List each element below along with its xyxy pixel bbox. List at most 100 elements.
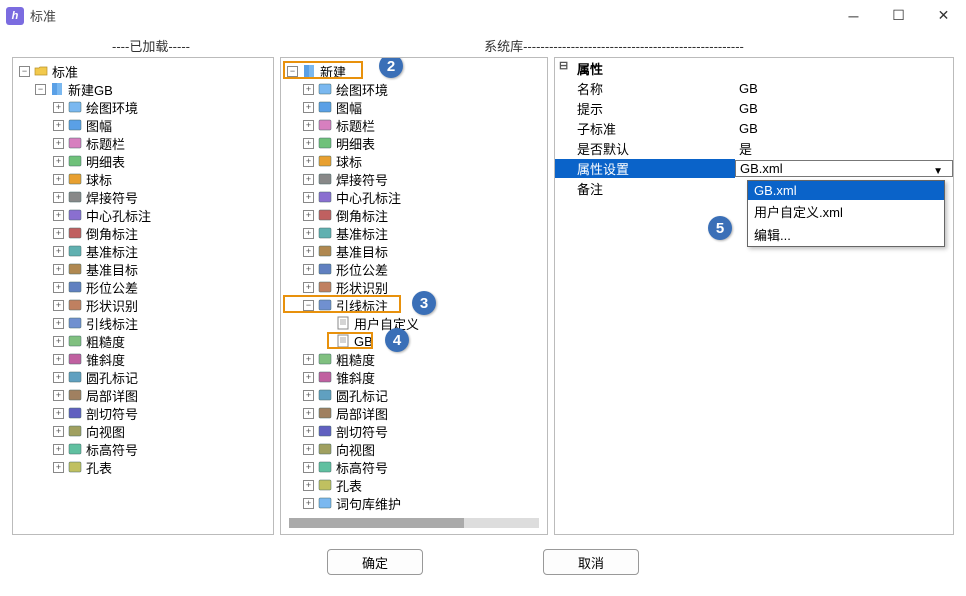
syslib-item[interactable]: +基准标注 (283, 224, 545, 242)
expand-icon[interactable]: + (303, 120, 314, 131)
expand-icon[interactable]: + (303, 498, 314, 509)
cancel-button[interactable]: 取消 (543, 549, 639, 575)
expand-icon[interactable]: + (53, 372, 64, 383)
prop-row[interactable]: 名称GB (555, 78, 953, 98)
syslib-item[interactable]: +焊接符号 (283, 170, 545, 188)
expand-icon[interactable]: + (53, 444, 64, 455)
loaded-tree[interactable]: −标准−新建GB+绘图环境+图幅+标题栏+明细表+球标+焊接符号+中心孔标注+倒… (13, 58, 273, 534)
tree-item[interactable]: +引线标注 (15, 314, 271, 332)
expand-icon[interactable]: + (303, 102, 314, 113)
maximize-button[interactable]: ☐ (876, 0, 921, 32)
expand-icon[interactable]: + (303, 192, 314, 203)
expand-icon[interactable]: + (53, 174, 64, 185)
prop-row[interactable]: 子标准GB (555, 118, 953, 138)
close-button[interactable]: ✕ (921, 0, 966, 32)
tree-item[interactable]: +倒角标注 (15, 224, 271, 242)
syslib-item[interactable]: +锥斜度 (283, 368, 545, 386)
expand-icon[interactable]: + (53, 462, 64, 473)
tree-item[interactable]: +标题栏 (15, 134, 271, 152)
expand-icon[interactable]: + (53, 102, 64, 113)
tree-item[interactable]: +剖切符号 (15, 404, 271, 422)
syslib-item[interactable]: +孔表 (283, 476, 545, 494)
expand-icon[interactable]: − (287, 66, 298, 77)
tree-item[interactable]: +绘图环境 (15, 98, 271, 116)
expand-icon[interactable]: + (53, 228, 64, 239)
tree-item[interactable]: +锥斜度 (15, 350, 271, 368)
syslib-item[interactable]: +形状识别 (283, 278, 545, 296)
syslib-item[interactable]: +剖切符号 (283, 422, 545, 440)
tree-item[interactable]: +基准标注 (15, 242, 271, 260)
expand-icon[interactable]: + (53, 354, 64, 365)
minimize-button[interactable]: ─ (831, 0, 876, 32)
expand-icon[interactable]: + (53, 246, 64, 257)
tree-item[interactable]: +标高符号 (15, 440, 271, 458)
expand-icon[interactable]: − (35, 84, 46, 95)
tree-item[interactable]: +球标 (15, 170, 271, 188)
prop-value[interactable]: GB.xml (735, 160, 953, 177)
expand-icon[interactable]: + (303, 210, 314, 221)
expand-icon[interactable]: + (303, 156, 314, 167)
expand-icon[interactable]: + (303, 390, 314, 401)
syslib-item[interactable]: +球标 (283, 152, 545, 170)
syslib-item[interactable]: +中心孔标注 (283, 188, 545, 206)
syslib-item[interactable]: +倒角标注 (283, 206, 545, 224)
syslib-leader-child[interactable]: 用户自定义 (283, 314, 545, 332)
tree-root[interactable]: −标准 (15, 62, 271, 80)
dropdown-item-userxml[interactable]: 用户自定义.xml (748, 200, 944, 223)
syslib-item[interactable]: +绘图环境 (283, 80, 545, 98)
prop-value[interactable]: 是 (735, 139, 953, 158)
syslib-item[interactable]: +词句库维护 (283, 494, 545, 512)
expand-icon[interactable]: + (53, 156, 64, 167)
syslib-item[interactable]: +形位公差 (283, 260, 545, 278)
expand-icon[interactable]: + (53, 318, 64, 329)
expand-icon[interactable]: + (303, 372, 314, 383)
property-dropdown[interactable]: GB.xml 用户自定义.xml 编辑... (747, 180, 945, 247)
expand-icon[interactable]: + (303, 462, 314, 473)
dropdown-arrow-icon[interactable]: ▼ (933, 166, 943, 177)
expand-icon[interactable]: + (53, 300, 64, 311)
expand-icon[interactable]: + (303, 246, 314, 257)
tree-item[interactable]: +圆孔标记 (15, 368, 271, 386)
syslib-item[interactable]: +标题栏 (283, 116, 545, 134)
expand-icon[interactable] (321, 318, 332, 329)
expand-icon[interactable]: − (19, 66, 30, 77)
expand-icon[interactable]: + (303, 426, 314, 437)
dropdown-item-gbxml[interactable]: GB.xml (748, 181, 944, 200)
expand-icon[interactable]: + (53, 282, 64, 293)
expand-icon[interactable]: + (303, 444, 314, 455)
expand-icon[interactable]: + (53, 408, 64, 419)
syslib-tree[interactable]: −新建+绘图环境+图幅+标题栏+明细表+球标+焊接符号+中心孔标注+倒角标注+基… (281, 58, 547, 518)
prop-row[interactable]: 属性设置GB.xml (555, 158, 953, 178)
tree-sub[interactable]: −新建GB (15, 80, 271, 98)
tree-item[interactable]: +形状识别 (15, 296, 271, 314)
tree-item[interactable]: +孔表 (15, 458, 271, 476)
expand-icon[interactable]: + (303, 138, 314, 149)
expand-icon[interactable]: + (303, 84, 314, 95)
syslib-item[interactable]: +局部详图 (283, 404, 545, 422)
expand-icon[interactable]: + (53, 426, 64, 437)
expand-icon[interactable]: + (53, 210, 64, 221)
prop-row[interactable]: 提示GB (555, 98, 953, 118)
tree-item[interactable]: +向视图 (15, 422, 271, 440)
expand-icon[interactable]: + (53, 390, 64, 401)
horizontal-scrollbar[interactable] (289, 518, 539, 528)
prop-value[interactable]: GB (735, 81, 953, 96)
syslib-item[interactable]: +标高符号 (283, 458, 545, 476)
expand-icon[interactable]: + (303, 264, 314, 275)
tree-item[interactable]: +粗糙度 (15, 332, 271, 350)
tree-item[interactable]: +中心孔标注 (15, 206, 271, 224)
syslib-item[interactable]: +图幅 (283, 98, 545, 116)
prop-value[interactable]: GB (735, 101, 953, 116)
expand-icon[interactable]: + (53, 192, 64, 203)
expand-icon[interactable]: + (303, 228, 314, 239)
syslib-leader-child[interactable]: GB (283, 332, 545, 350)
expand-icon[interactable]: + (303, 408, 314, 419)
expand-icon[interactable]: + (53, 138, 64, 149)
expand-icon[interactable]: − (303, 300, 314, 311)
tree-item[interactable]: +局部详图 (15, 386, 271, 404)
syslib-item[interactable]: +向视图 (283, 440, 545, 458)
syslib-item[interactable]: +基准目标 (283, 242, 545, 260)
expand-icon[interactable]: + (53, 336, 64, 347)
scrollbar-thumb[interactable] (289, 518, 464, 528)
expand-icon[interactable]: + (303, 354, 314, 365)
